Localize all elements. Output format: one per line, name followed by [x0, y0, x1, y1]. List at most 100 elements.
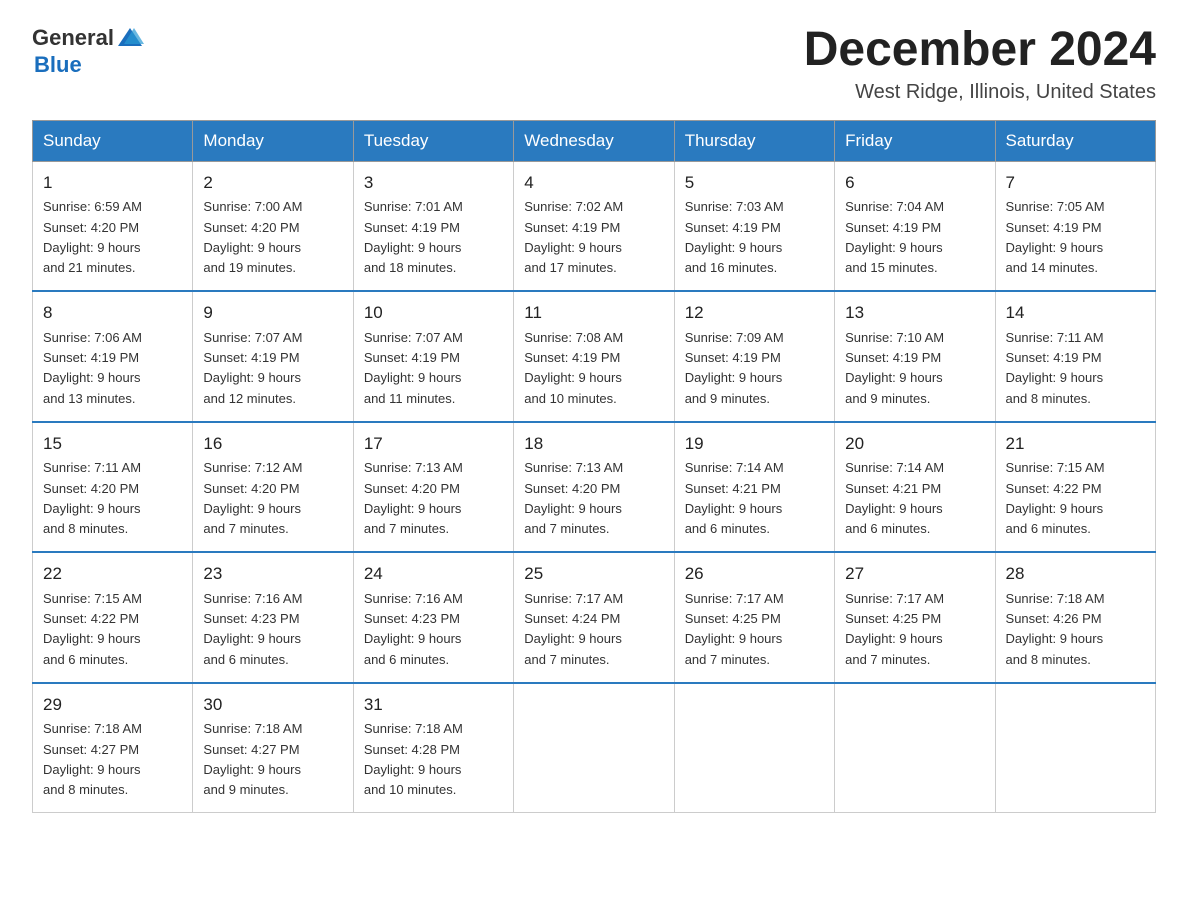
calendar-cell: 21 Sunrise: 7:15 AMSunset: 4:22 PMDaylig… [995, 422, 1155, 553]
day-number: 2 [203, 170, 342, 196]
day-info: Sunrise: 7:16 AMSunset: 4:23 PMDaylight:… [364, 591, 463, 667]
calendar-cell: 10 Sunrise: 7:07 AMSunset: 4:19 PMDaylig… [353, 291, 513, 422]
day-number: 13 [845, 300, 984, 326]
calendar-cell: 3 Sunrise: 7:01 AMSunset: 4:19 PMDayligh… [353, 161, 513, 291]
calendar-header-row: SundayMondayTuesdayWednesdayThursdayFrid… [33, 120, 1156, 161]
subtitle: West Ridge, Illinois, United States [804, 81, 1156, 104]
day-info: Sunrise: 7:03 AMSunset: 4:19 PMDaylight:… [685, 199, 784, 275]
calendar-cell: 29 Sunrise: 7:18 AMSunset: 4:27 PMDaylig… [33, 683, 193, 813]
day-number: 29 [43, 692, 182, 718]
calendar-header-thursday: Thursday [674, 120, 834, 161]
calendar-week-4: 22 Sunrise: 7:15 AMSunset: 4:22 PMDaylig… [33, 552, 1156, 683]
day-number: 25 [524, 561, 663, 587]
day-number: 21 [1006, 431, 1145, 457]
calendar-cell [674, 683, 834, 813]
day-number: 4 [524, 170, 663, 196]
day-number: 17 [364, 431, 503, 457]
day-info: Sunrise: 7:13 AMSunset: 4:20 PMDaylight:… [364, 460, 463, 536]
day-number: 7 [1006, 170, 1145, 196]
calendar-header-sunday: Sunday [33, 120, 193, 161]
day-number: 5 [685, 170, 824, 196]
calendar-week-3: 15 Sunrise: 7:11 AMSunset: 4:20 PMDaylig… [33, 422, 1156, 553]
day-info: Sunrise: 7:17 AMSunset: 4:25 PMDaylight:… [685, 591, 784, 667]
day-number: 10 [364, 300, 503, 326]
day-number: 31 [364, 692, 503, 718]
day-info: Sunrise: 7:01 AMSunset: 4:19 PMDaylight:… [364, 199, 463, 275]
day-info: Sunrise: 7:00 AMSunset: 4:20 PMDaylight:… [203, 199, 302, 275]
day-number: 28 [1006, 561, 1145, 587]
day-info: Sunrise: 7:04 AMSunset: 4:19 PMDaylight:… [845, 199, 944, 275]
day-info: Sunrise: 7:18 AMSunset: 4:27 PMDaylight:… [203, 721, 302, 797]
calendar-week-2: 8 Sunrise: 7:06 AMSunset: 4:19 PMDayligh… [33, 291, 1156, 422]
day-number: 30 [203, 692, 342, 718]
calendar-cell [995, 683, 1155, 813]
calendar-header-monday: Monday [193, 120, 353, 161]
calendar-cell: 23 Sunrise: 7:16 AMSunset: 4:23 PMDaylig… [193, 552, 353, 683]
calendar-cell: 19 Sunrise: 7:14 AMSunset: 4:21 PMDaylig… [674, 422, 834, 553]
day-info: Sunrise: 7:18 AMSunset: 4:28 PMDaylight:… [364, 721, 463, 797]
calendar-cell: 24 Sunrise: 7:16 AMSunset: 4:23 PMDaylig… [353, 552, 513, 683]
day-info: Sunrise: 7:17 AMSunset: 4:24 PMDaylight:… [524, 591, 623, 667]
day-info: Sunrise: 7:18 AMSunset: 4:26 PMDaylight:… [1006, 591, 1105, 667]
day-number: 6 [845, 170, 984, 196]
day-info: Sunrise: 7:18 AMSunset: 4:27 PMDaylight:… [43, 721, 142, 797]
day-number: 19 [685, 431, 824, 457]
day-info: Sunrise: 7:13 AMSunset: 4:20 PMDaylight:… [524, 460, 623, 536]
calendar-cell: 27 Sunrise: 7:17 AMSunset: 4:25 PMDaylig… [835, 552, 995, 683]
day-info: Sunrise: 7:05 AMSunset: 4:19 PMDaylight:… [1006, 199, 1105, 275]
calendar-cell: 30 Sunrise: 7:18 AMSunset: 4:27 PMDaylig… [193, 683, 353, 813]
day-info: Sunrise: 7:10 AMSunset: 4:19 PMDaylight:… [845, 330, 944, 406]
calendar-header-tuesday: Tuesday [353, 120, 513, 161]
calendar-cell: 12 Sunrise: 7:09 AMSunset: 4:19 PMDaylig… [674, 291, 834, 422]
day-number: 16 [203, 431, 342, 457]
calendar-cell: 11 Sunrise: 7:08 AMSunset: 4:19 PMDaylig… [514, 291, 674, 422]
day-number: 20 [845, 431, 984, 457]
calendar-cell: 4 Sunrise: 7:02 AMSunset: 4:19 PMDayligh… [514, 161, 674, 291]
calendar-week-5: 29 Sunrise: 7:18 AMSunset: 4:27 PMDaylig… [33, 683, 1156, 813]
calendar-table: SundayMondayTuesdayWednesdayThursdayFrid… [32, 120, 1156, 814]
calendar-cell: 1 Sunrise: 6:59 AMSunset: 4:20 PMDayligh… [33, 161, 193, 291]
calendar-header-wednesday: Wednesday [514, 120, 674, 161]
logo-blue-text: Blue [34, 52, 82, 78]
day-number: 9 [203, 300, 342, 326]
day-number: 27 [845, 561, 984, 587]
calendar-cell: 28 Sunrise: 7:18 AMSunset: 4:26 PMDaylig… [995, 552, 1155, 683]
logo: General Blue [32, 24, 146, 78]
day-info: Sunrise: 7:11 AMSunset: 4:20 PMDaylight:… [43, 460, 141, 536]
day-info: Sunrise: 7:16 AMSunset: 4:23 PMDaylight:… [203, 591, 302, 667]
day-number: 15 [43, 431, 182, 457]
calendar-cell: 17 Sunrise: 7:13 AMSunset: 4:20 PMDaylig… [353, 422, 513, 553]
calendar-cell: 5 Sunrise: 7:03 AMSunset: 4:19 PMDayligh… [674, 161, 834, 291]
day-info: Sunrise: 7:06 AMSunset: 4:19 PMDaylight:… [43, 330, 142, 406]
day-info: Sunrise: 6:59 AMSunset: 4:20 PMDaylight:… [43, 199, 142, 275]
day-info: Sunrise: 7:07 AMSunset: 4:19 PMDaylight:… [364, 330, 463, 406]
title-section: December 2024 West Ridge, Illinois, Unit… [804, 24, 1156, 104]
calendar-cell: 31 Sunrise: 7:18 AMSunset: 4:28 PMDaylig… [353, 683, 513, 813]
day-number: 18 [524, 431, 663, 457]
day-number: 22 [43, 561, 182, 587]
day-info: Sunrise: 7:14 AMSunset: 4:21 PMDaylight:… [845, 460, 944, 536]
day-info: Sunrise: 7:02 AMSunset: 4:19 PMDaylight:… [524, 199, 623, 275]
day-info: Sunrise: 7:09 AMSunset: 4:19 PMDaylight:… [685, 330, 784, 406]
calendar-cell: 16 Sunrise: 7:12 AMSunset: 4:20 PMDaylig… [193, 422, 353, 553]
main-title: December 2024 [804, 24, 1156, 77]
logo-general-text: General [32, 25, 114, 51]
day-info: Sunrise: 7:08 AMSunset: 4:19 PMDaylight:… [524, 330, 623, 406]
calendar-week-1: 1 Sunrise: 6:59 AMSunset: 4:20 PMDayligh… [33, 161, 1156, 291]
day-info: Sunrise: 7:12 AMSunset: 4:20 PMDaylight:… [203, 460, 302, 536]
calendar-cell: 25 Sunrise: 7:17 AMSunset: 4:24 PMDaylig… [514, 552, 674, 683]
day-info: Sunrise: 7:07 AMSunset: 4:19 PMDaylight:… [203, 330, 302, 406]
logo-icon [116, 24, 144, 52]
day-number: 3 [364, 170, 503, 196]
day-info: Sunrise: 7:15 AMSunset: 4:22 PMDaylight:… [43, 591, 142, 667]
calendar-cell: 2 Sunrise: 7:00 AMSunset: 4:20 PMDayligh… [193, 161, 353, 291]
calendar-cell: 20 Sunrise: 7:14 AMSunset: 4:21 PMDaylig… [835, 422, 995, 553]
calendar-cell [514, 683, 674, 813]
calendar-cell [835, 683, 995, 813]
day-number: 8 [43, 300, 182, 326]
day-number: 12 [685, 300, 824, 326]
calendar-header-friday: Friday [835, 120, 995, 161]
day-info: Sunrise: 7:15 AMSunset: 4:22 PMDaylight:… [1006, 460, 1105, 536]
day-number: 23 [203, 561, 342, 587]
calendar-cell: 18 Sunrise: 7:13 AMSunset: 4:20 PMDaylig… [514, 422, 674, 553]
